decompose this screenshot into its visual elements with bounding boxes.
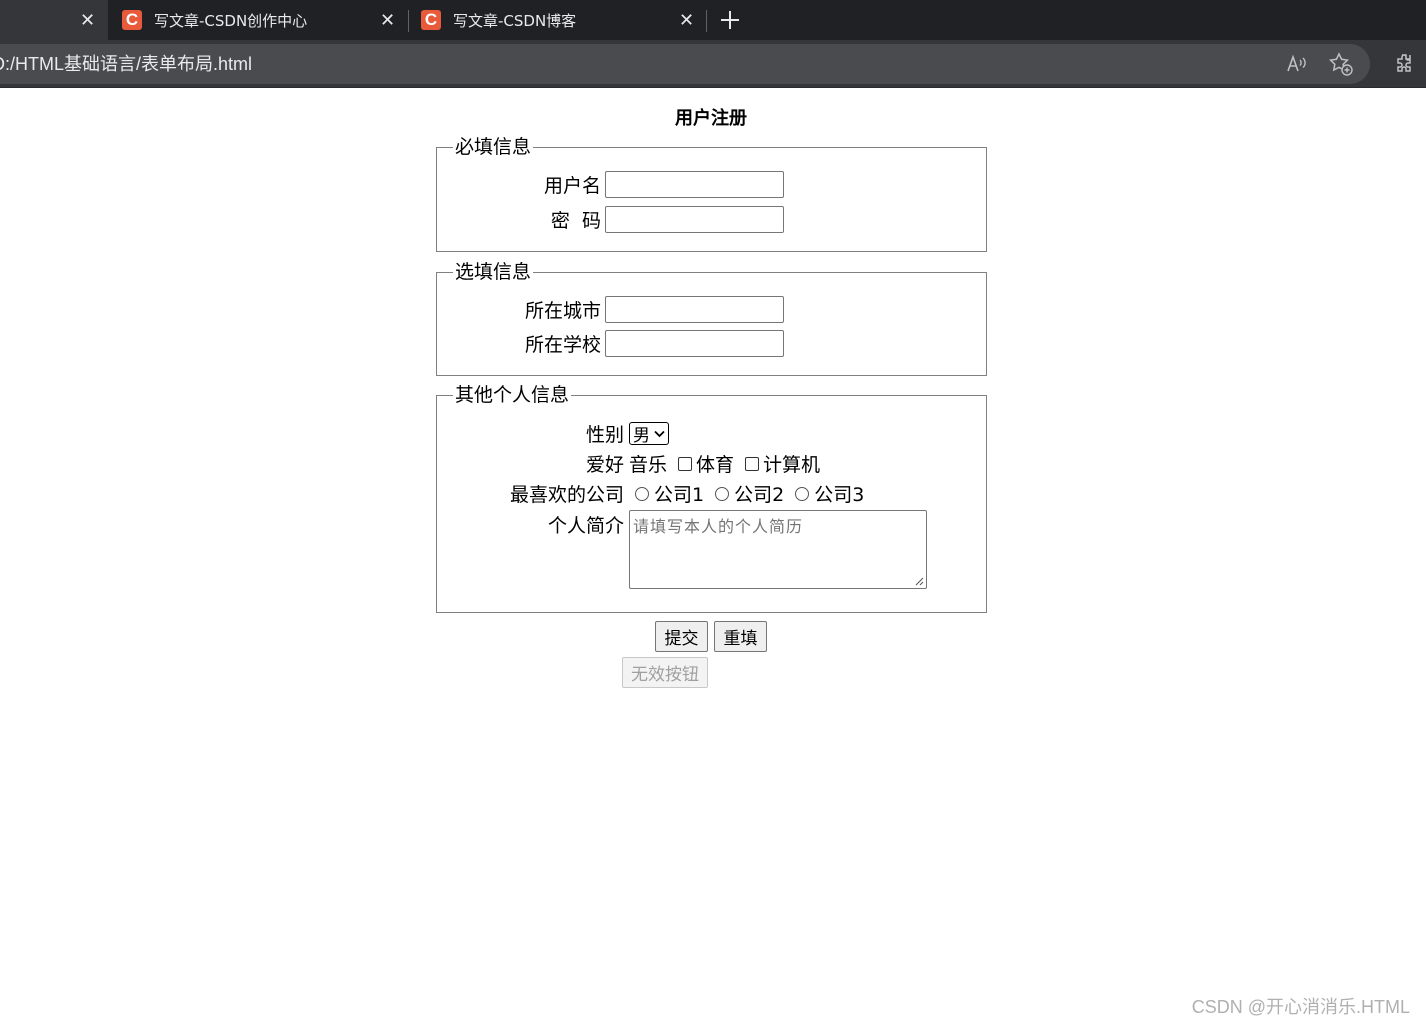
- username-input[interactable]: [605, 171, 784, 198]
- browser-toolbar: D:/HTML基础语言/表单布局.html: [0, 40, 1426, 88]
- hobby-option-computer-label: 计算机: [763, 454, 821, 476]
- company-label: 最喜欢的公司: [509, 484, 624, 506]
- hobby-option-music-label: 音乐: [629, 454, 668, 476]
- optional-info-legend: 选填信息: [455, 261, 532, 283]
- company3-radio[interactable]: [795, 486, 810, 501]
- company2-label: 公司2: [734, 484, 785, 506]
- hobby-computer-checkbox[interactable]: [745, 456, 760, 471]
- company3-label: 公司3: [814, 484, 865, 506]
- city-row: 所在城市: [500, 296, 784, 323]
- extensions-icon[interactable]: [1391, 50, 1419, 78]
- tab-csdn-blog[interactable]: C 写文章-CSDN博客 ✕: [409, 0, 705, 40]
- gender-label: 性别: [585, 424, 624, 446]
- plus-icon: [721, 11, 739, 29]
- add-favorite-icon[interactable]: [1327, 50, 1355, 78]
- tab-csdn-creator[interactable]: C 写文章-CSDN创作中心 ✕: [108, 0, 408, 40]
- city-input[interactable]: [605, 296, 784, 323]
- company1-label: 公司1: [654, 484, 705, 506]
- new-tab-button[interactable]: [716, 0, 744, 40]
- gender-selected-value: 男: [633, 426, 650, 446]
- required-info-legend: 必填信息: [455, 136, 532, 158]
- watermark: CSDN @开心消消乐.HTML: [1191, 997, 1410, 1017]
- username-label: 用户名: [543, 175, 601, 197]
- city-label: 所在城市: [524, 300, 601, 322]
- reset-button[interactable]: 重填: [714, 621, 767, 652]
- password-label: 密 码: [550, 210, 601, 232]
- url-text: D:/HTML基础语言/表单布局.html: [0, 54, 253, 74]
- school-label: 所在学校: [524, 334, 601, 356]
- tab-title: 写文章-CSDN创作中心: [154, 11, 308, 30]
- hobby-option-sports-label: 体育: [696, 454, 735, 476]
- company2-radio[interactable]: [715, 486, 730, 501]
- close-tab-icon[interactable]: ✕: [380, 10, 395, 31]
- disabled-button: 无效按钮: [622, 657, 708, 688]
- company-row: 最喜欢的公司 公司1 公司2 公司3: [500, 480, 864, 507]
- intro-textarea[interactable]: 请填写本人的个人简历: [629, 510, 927, 589]
- page-content: 用户注册 必填信息 用户名 密 码 选填信息 所在城市 所在学校 其他个人信息 …: [0, 88, 1426, 1025]
- other-info-legend: 其他个人信息: [455, 384, 570, 406]
- read-aloud-icon[interactable]: [1283, 50, 1311, 78]
- hobby-row: 爱好 音乐 体育 计算机: [500, 450, 820, 477]
- address-bar[interactable]: D:/HTML基础语言/表单布局.html: [0, 44, 1370, 84]
- username-row: 用户名: [500, 171, 784, 198]
- page-title: 用户注册: [675, 108, 747, 129]
- close-tab-icon[interactable]: ✕: [679, 10, 694, 31]
- gender-row: 性别 男: [500, 420, 669, 447]
- intro-label-row: 个人简介: [500, 511, 624, 538]
- resize-grip-icon[interactable]: [915, 577, 924, 586]
- csdn-favicon-icon: C: [421, 10, 441, 30]
- gender-select[interactable]: 男: [629, 422, 669, 446]
- password-input[interactable]: [605, 206, 784, 233]
- school-input[interactable]: [605, 330, 784, 357]
- password-row: 密 码: [500, 206, 784, 233]
- csdn-favicon-icon: C: [122, 10, 142, 30]
- submit-button[interactable]: 提交: [655, 621, 708, 652]
- school-row: 所在学校: [500, 330, 784, 357]
- hobby-sports-checkbox[interactable]: [678, 456, 693, 471]
- tab-bar: ✕ C 写文章-CSDN创作中心 ✕ C 写文章-CSDN博客 ✕: [0, 0, 1426, 40]
- tab-separator: [706, 10, 707, 32]
- close-tab-icon[interactable]: ✕: [80, 10, 95, 31]
- company1-radio[interactable]: [635, 486, 649, 501]
- tab-title: 写文章-CSDN博客: [453, 11, 577, 30]
- intro-placeholder: 请填写本人的个人简历: [633, 517, 804, 536]
- tab-current[interactable]: ✕: [0, 0, 108, 40]
- chevron-down-icon: [654, 430, 665, 437]
- intro-label: 个人简介: [547, 515, 624, 537]
- hobby-label: 爱好: [585, 454, 624, 476]
